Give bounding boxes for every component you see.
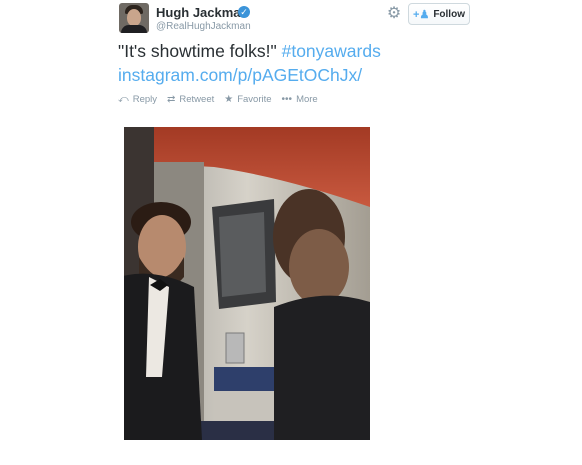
favorite-action[interactable]: ★ Favorite xyxy=(224,94,271,105)
tweet-card: Hugh Jackman ✓ @RealHughJackman ⚙ +♟ Fol… xyxy=(0,0,582,465)
reply-action[interactable]: ⤺ Reply xyxy=(118,94,157,105)
verified-badge-icon: ✓ xyxy=(238,6,250,18)
ellipsis-icon: ••• xyxy=(281,93,293,105)
hashtag-link[interactable]: #tonyawards xyxy=(282,41,381,61)
tweet-text: "It's showtime folks!" #tonyawards insta… xyxy=(118,39,558,87)
instagram-link[interactable]: instagram.com/p/pAGEtOChJx/ xyxy=(118,65,362,85)
tweet-photo[interactable] xyxy=(124,127,370,440)
favorite-label: Favorite xyxy=(237,93,272,105)
more-action[interactable]: ••• More xyxy=(282,94,318,105)
retweet-icon: ⇄ xyxy=(167,93,176,105)
follow-button[interactable]: +♟ Follow xyxy=(408,3,470,25)
person-add-icon: +♟ xyxy=(413,8,430,21)
avatar-body xyxy=(121,25,147,33)
more-label: More xyxy=(296,93,318,105)
retweet-label: Retweet xyxy=(179,93,215,105)
avatar[interactable] xyxy=(119,3,149,33)
gear-icon[interactable]: ⚙ xyxy=(385,5,403,23)
user-fullname[interactable]: Hugh Jackman xyxy=(156,5,248,20)
reply-label: Reply xyxy=(132,93,157,105)
avatar-face xyxy=(127,9,141,26)
follow-button-label: Follow xyxy=(433,8,465,20)
user-username[interactable]: @RealHughJackman xyxy=(156,21,251,32)
tweet-actions: ⤺ Reply ⇄ Retweet ★ Favorite ••• More xyxy=(118,92,318,106)
photo-illustration xyxy=(124,127,370,440)
tweet-quote: "It's showtime folks!" xyxy=(118,41,277,61)
retweet-action[interactable]: ⇄ Retweet xyxy=(167,94,214,105)
reply-icon: ⤺ xyxy=(118,93,129,105)
star-icon: ★ xyxy=(224,93,234,105)
